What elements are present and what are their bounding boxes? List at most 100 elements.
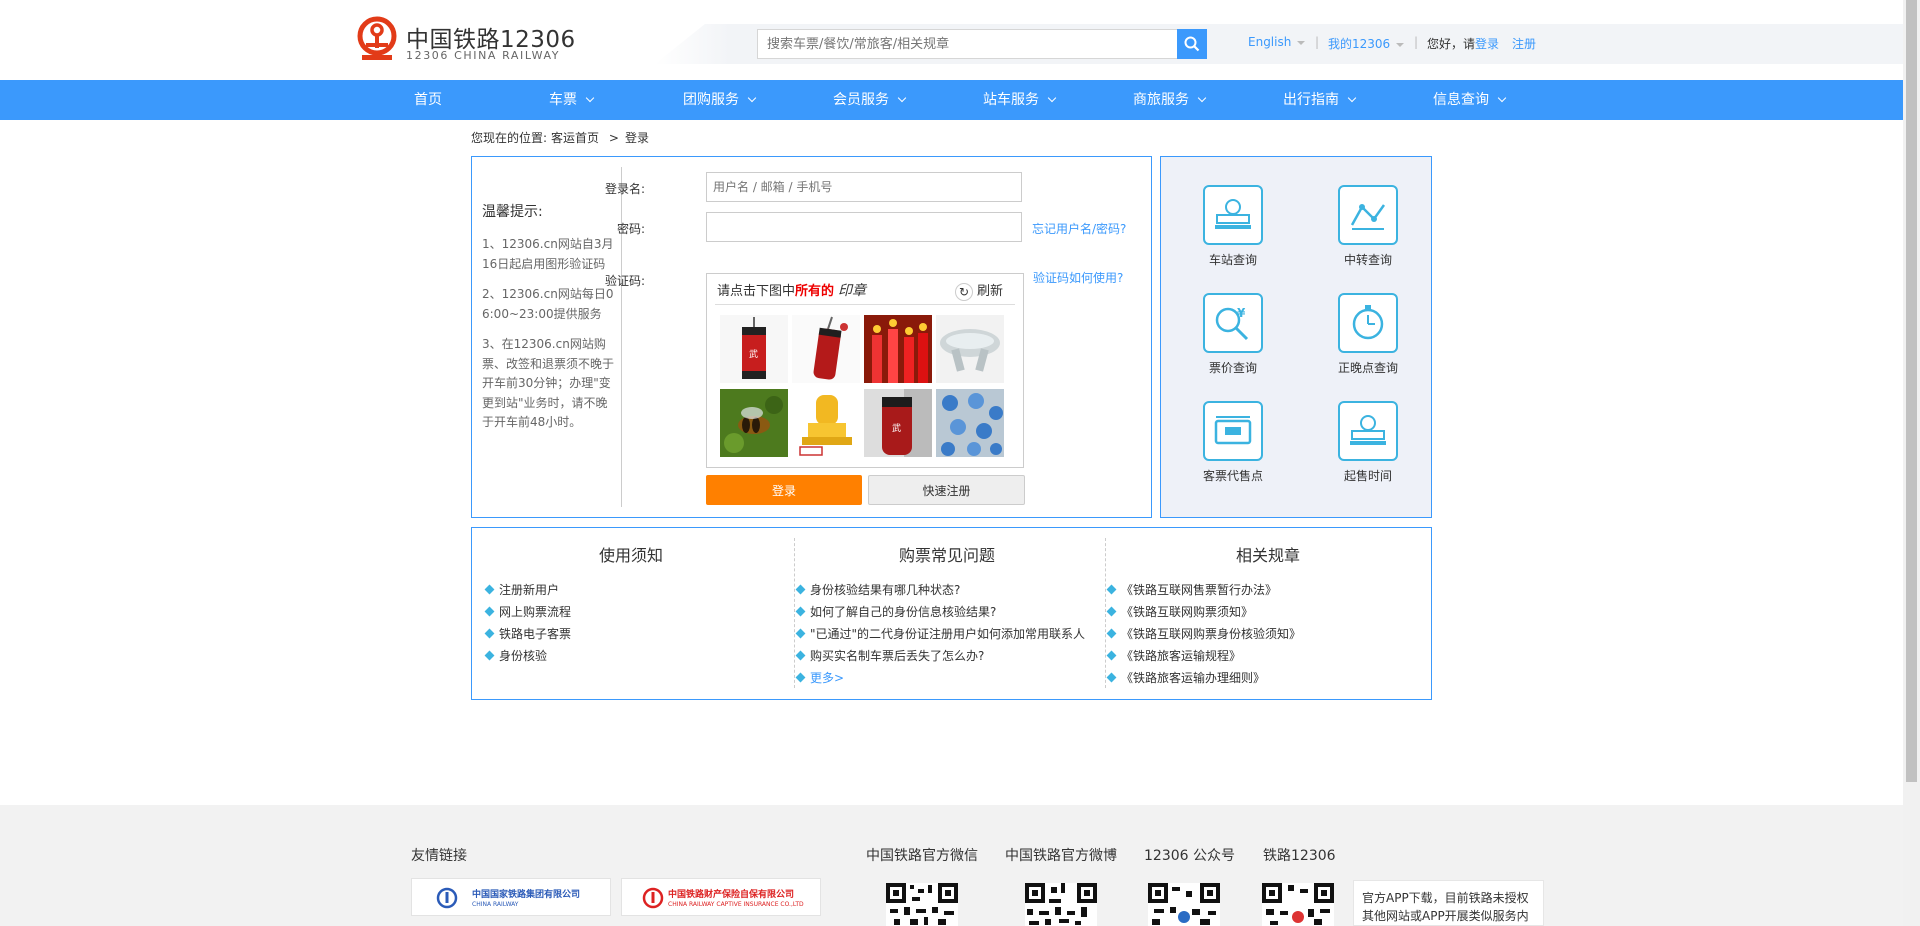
nav-tickets[interactable]: 车票 xyxy=(549,80,595,120)
diamond-bullet-icon xyxy=(484,650,495,661)
login-button[interactable]: 登录 xyxy=(706,475,862,505)
more-link-text[interactable]: 更多> xyxy=(810,671,844,685)
footer-logo-china-railway[interactable]: 中国国家铁路集团有限公司 CHINA RAILWAY xyxy=(411,878,611,916)
chevron-down-icon xyxy=(1497,93,1507,103)
breadcrumb-home-link[interactable]: 客运首页 xyxy=(551,131,599,145)
china-railway-logo-icon xyxy=(436,887,458,909)
captcha-image-yellow-stamp[interactable] xyxy=(792,389,860,457)
search-input[interactable] xyxy=(758,30,1178,58)
diamond-bullet-icon xyxy=(1106,628,1117,639)
list-item[interactable]: 铁路电子客票 xyxy=(484,623,776,645)
nav-group-buy[interactable]: 团购服务 xyxy=(683,80,757,120)
service-punctuality-query[interactable]: 正晚点查询 xyxy=(1313,293,1423,376)
list-item[interactable]: 如何了解自己的身份信息核验结果? xyxy=(795,601,1097,623)
list-item[interactable]: "已通过"的二代身份证注册用户如何添加常用联系人 xyxy=(795,623,1097,645)
logo-subtitle: 12306 CHINA RAILWAY xyxy=(406,49,561,62)
clock-icon xyxy=(1338,293,1398,353)
fare-icon: ¥ xyxy=(1203,293,1263,353)
captcha-image-ceramic-object[interactable] xyxy=(936,315,1004,383)
search-button[interactable] xyxy=(1177,29,1207,59)
nav-member[interactable]: 会员服务 xyxy=(833,80,907,120)
nav-label: 团购服务 xyxy=(683,92,739,108)
captcha-image-red-candles[interactable] xyxy=(864,315,932,383)
list-item[interactable]: 《铁路旅客运输办理细则》 xyxy=(1106,667,1428,689)
header: 中国铁路12306 12306 CHINA RAILWAY English | … xyxy=(0,0,1903,80)
captcha-image-punching-bag-3[interactable]: 武 xyxy=(864,389,932,457)
my-12306-menu[interactable]: 我的12306 xyxy=(1328,35,1405,52)
info-col-regulations: 相关规章 《铁路互联网售票暂行办法》 《铁路互联网购票须知》 《铁路互联网购票身… xyxy=(1106,528,1428,701)
nav-info-query[interactable]: 信息查询 xyxy=(1433,80,1507,120)
service-sale-time[interactable]: 起售时间 xyxy=(1313,401,1423,484)
nav-home[interactable]: 首页 xyxy=(414,80,442,120)
qr-code-icon xyxy=(886,883,958,926)
app-download-notice: 官方APP下载，目前铁路未授权其他网站或APP开展类似服务内容 xyxy=(1353,880,1544,926)
list-item[interactable]: 注册新用户 xyxy=(484,579,776,601)
list-item[interactable]: 网上购票流程 xyxy=(484,601,776,623)
list-item[interactable]: 身份核验结果有哪几种状态? xyxy=(795,579,1097,601)
login-link[interactable]: 登录 xyxy=(1475,35,1499,52)
chevron-down-icon xyxy=(1396,42,1405,47)
service-fare-query[interactable]: ¥ 票价查询 xyxy=(1178,293,1288,376)
service-ticket-agency[interactable]: 客票代售点 xyxy=(1178,401,1288,484)
list-item[interactable]: 《铁路互联网购票须知》 xyxy=(1106,601,1428,623)
logo[interactable]: 中国铁路12306 12306 CHINA RAILWAY xyxy=(356,15,575,65)
diamond-bullet-icon xyxy=(795,606,806,617)
scrollbar-thumb[interactable] xyxy=(1906,0,1917,782)
language-switch[interactable]: English xyxy=(1248,35,1306,49)
svg-text:武: 武 xyxy=(749,348,758,360)
more-link[interactable]: 更多> xyxy=(795,667,1097,689)
quick-register-button[interactable]: 快速注册 xyxy=(868,475,1025,505)
service-label: 中转查询 xyxy=(1343,253,1392,267)
forgot-password-link[interactable]: 忘记用户名/密码? xyxy=(1032,220,1126,237)
divider xyxy=(1105,538,1106,688)
diamond-bullet-icon xyxy=(484,606,495,617)
breadcrumb-separator: > xyxy=(608,131,619,145)
list-item-text: 《铁路互联网购票身份核验须知》 xyxy=(1121,627,1302,641)
main-nav: 首页 车票 团购服务 会员服务 站车服务 商旅服务 出行指南 信息查询 xyxy=(0,80,1903,120)
list-item-text: 《铁路旅客运输办理细则》 xyxy=(1121,671,1266,685)
qr-title: 12306 公众号 xyxy=(1144,848,1235,864)
service-station-query[interactable]: 车站查询 xyxy=(1178,185,1288,268)
list-item[interactable]: 《铁路旅客运输规程》 xyxy=(1106,645,1428,667)
divider: | xyxy=(1414,35,1419,49)
list-item-text: 《铁路互联网售票暂行办法》 xyxy=(1121,583,1278,597)
captcha-image-punching-bag[interactable]: 武 xyxy=(720,315,788,383)
list-item-text: 身份核验结果有哪几种状态? xyxy=(810,583,961,597)
captcha-image-blue-toy-cars[interactable] xyxy=(936,389,1004,457)
footer-links-title: 友情链接 xyxy=(411,848,467,864)
captcha-refresh-button[interactable]: ↻ 刷新 xyxy=(955,280,1003,301)
nav-travel-guide[interactable]: 出行指南 xyxy=(1283,80,1357,120)
svg-text:¥: ¥ xyxy=(1237,306,1246,320)
list-item[interactable]: 购买实名制车票后丢失了怎么办? xyxy=(795,645,1097,667)
captcha-prompt-emphasis: 所有的 xyxy=(795,284,835,299)
captcha-image-punching-bag-2[interactable] xyxy=(792,315,860,383)
chevron-down-icon xyxy=(1197,93,1207,103)
scrollbar[interactable] xyxy=(1903,0,1920,926)
list-item[interactable]: 身份核验 xyxy=(484,645,776,667)
service-label: 票价查询 xyxy=(1208,361,1257,375)
info-panel: 使用须知 注册新用户 网上购票流程 铁路电子客票 身份核验 购票常见问题 身份核… xyxy=(471,527,1432,700)
list-item-text: 如何了解自己的身份信息核验结果? xyxy=(810,605,997,619)
captcha-prompt: 请点击下图中所有的 印章 xyxy=(717,280,866,300)
list-item-text: 网上购票流程 xyxy=(499,605,572,619)
username-label: 登录名: xyxy=(604,182,645,196)
nav-station-service[interactable]: 站车服务 xyxy=(983,80,1057,120)
refresh-label: 刷新 xyxy=(977,284,1004,299)
transfer-icon xyxy=(1338,185,1398,245)
ticket-agency-icon xyxy=(1203,401,1263,461)
list-item[interactable]: 《铁路互联网购票身份核验须知》 xyxy=(1106,623,1428,645)
service-label: 客票代售点 xyxy=(1202,469,1263,483)
register-link[interactable]: 注册 xyxy=(1512,35,1536,52)
captcha-image-bee-on-flower[interactable] xyxy=(720,389,788,457)
nav-business-travel[interactable]: 商旅服务 xyxy=(1133,80,1207,120)
list-item[interactable]: 《铁路互联网售票暂行办法》 xyxy=(1106,579,1428,601)
refresh-icon: ↻ xyxy=(955,282,973,301)
login-panel: 温馨提示: 1、12306.cn网站自3月16日起启用图形验证码 2、12306… xyxy=(471,156,1152,518)
username-input[interactable] xyxy=(706,172,1022,202)
password-input[interactable] xyxy=(706,212,1022,242)
service-label: 起售时间 xyxy=(1343,469,1392,483)
footer-logo-insurance[interactable]: 中国铁路财产保险自保有限公司 CHINA RAILWAY CAPTIVE INS… xyxy=(621,878,821,916)
service-transfer-query[interactable]: 中转查询 xyxy=(1313,185,1423,268)
captcha-help-link[interactable]: 验证码如何使用? xyxy=(1033,269,1123,286)
sale-time-icon xyxy=(1338,401,1398,461)
